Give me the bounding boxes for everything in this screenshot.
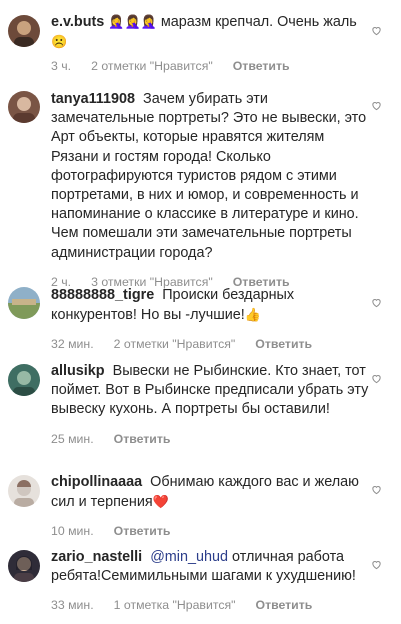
comment-time: 10 мин. <box>51 524 94 539</box>
comment-time: 25 мин. <box>51 431 94 446</box>
reply-button[interactable]: Ответить <box>256 598 313 612</box>
username[interactable]: e.v.buts <box>51 14 104 30</box>
like-heart-icon[interactable] <box>371 373 382 384</box>
likes-count[interactable]: 1 отметка "Нравится" <box>114 598 236 612</box>
reply-button[interactable]: Ответить <box>114 524 171 538</box>
comments-list: e.v.buts 🤦‍♀️🤦‍♀️🤦‍♀️ маразм крепчал. Оче… <box>0 0 401 624</box>
comment-text: маразм крепчал. Очень жаль <box>160 14 357 30</box>
avatar[interactable] <box>8 91 40 123</box>
comment-time: 3 ч. <box>51 59 72 74</box>
username[interactable]: 88888888_tigre <box>51 287 154 303</box>
comment-text: Зачем убирать эти замечательные портреты… <box>51 91 367 261</box>
reply-button[interactable]: Ответить <box>233 59 290 73</box>
like-heart-icon[interactable] <box>371 100 382 111</box>
likes-count[interactable]: 2 отметки "Нравится" <box>114 337 236 351</box>
reply-button[interactable]: Ответить <box>255 337 312 351</box>
heart-emoji: ❤️ <box>152 494 169 510</box>
reply-button[interactable]: Ответить <box>114 432 171 446</box>
comment-time: 33 мин. <box>51 598 94 613</box>
like-heart-icon[interactable] <box>371 559 382 570</box>
like-heart-icon[interactable] <box>371 297 382 308</box>
thumbs-up-emoji: 👍 <box>244 307 261 323</box>
avatar[interactable] <box>8 364 40 396</box>
comment-time: 32 мин. <box>51 337 94 352</box>
like-heart-icon[interactable] <box>371 484 382 495</box>
likes-count[interactable]: 2 отметки "Нравится" <box>91 59 213 73</box>
avatar[interactable] <box>8 475 40 507</box>
username[interactable]: chipollinaaaa <box>51 474 142 490</box>
avatar[interactable] <box>8 15 40 47</box>
facepalm-emoji: 🤦‍♀️🤦‍♀️🤦‍♀️ <box>108 14 157 29</box>
avatar[interactable] <box>8 550 40 582</box>
mention-link[interactable]: @min_uhud <box>150 549 228 565</box>
like-heart-icon[interactable] <box>371 25 382 36</box>
username[interactable]: tanya111908 <box>51 91 135 107</box>
frowning-emoji: ☹️ <box>51 34 68 50</box>
username[interactable]: allusikp <box>51 363 105 379</box>
username[interactable]: zario_nastelli <box>51 549 142 565</box>
avatar[interactable] <box>8 287 40 319</box>
